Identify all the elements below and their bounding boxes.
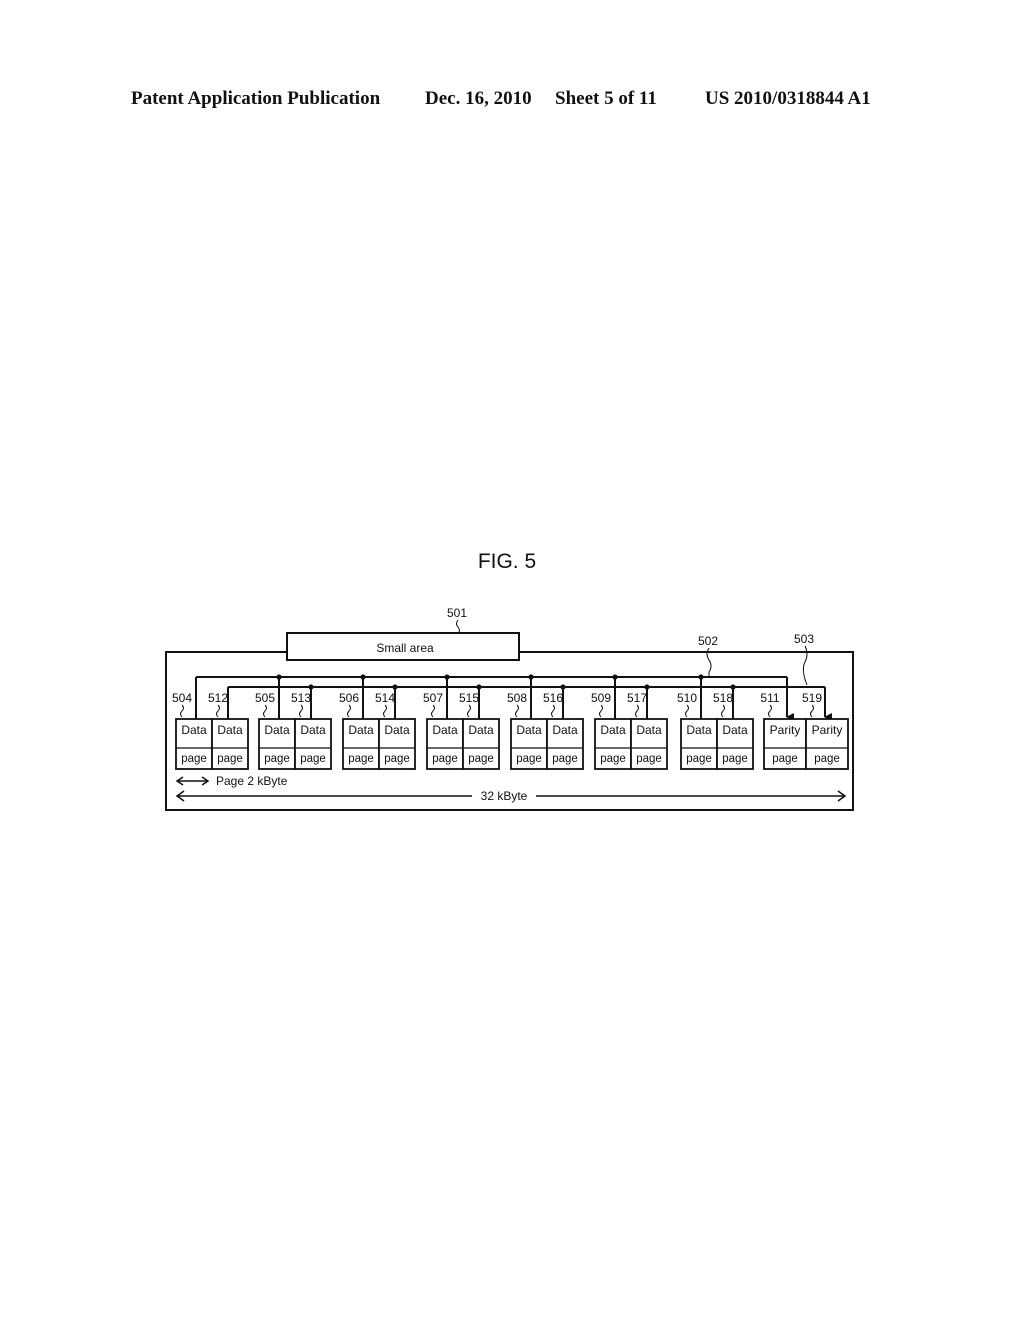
page-type-label: Data (264, 723, 290, 737)
memory-page: Data page 508 (507, 691, 548, 770)
ref-leader (216, 704, 220, 718)
memory-page: Data page 504 (172, 691, 213, 770)
memory-page: Data page 518 (713, 691, 754, 770)
ref-leader (810, 704, 814, 718)
page-group: Data page 507 Data page 515 (423, 691, 500, 770)
page-ref-number: 509 (591, 691, 611, 705)
memory-page: Data page 510 (677, 691, 718, 770)
memory-page: Data page 515 (459, 691, 500, 770)
page-type-label: Parity (770, 723, 801, 737)
ref-leader (431, 704, 435, 718)
page-type-label: Data (722, 723, 748, 737)
memory-page: Data page 516 (543, 691, 584, 770)
small-area-ref: 501 (447, 606, 467, 620)
ref-leader (383, 704, 387, 718)
page-ref-number: 518 (713, 691, 733, 705)
page-ref-number: 511 (760, 691, 779, 705)
page-unit-label: page (181, 753, 207, 765)
page-unit-label: page (217, 753, 243, 765)
page-type-label: Data (636, 723, 662, 737)
page-ref-number: 507 (423, 691, 443, 705)
page-size-label: Page 2 kByte (216, 774, 288, 788)
page-type-label: Data (384, 723, 410, 737)
page-ref-number: 504 (172, 691, 192, 705)
ref-leader (635, 704, 639, 718)
ref-leader (467, 704, 471, 718)
page-ref-number: 513 (291, 691, 311, 705)
ref-leader (180, 704, 184, 718)
ref-leader (347, 704, 351, 718)
page-type-label: Data (468, 723, 494, 737)
ref-leader (515, 704, 519, 718)
page-type-label: Data (600, 723, 626, 737)
page-type-label: Data (552, 723, 578, 737)
page-unit-label: page (468, 753, 494, 765)
page-type-label: Data (348, 723, 374, 737)
memory-page: Parity page 511 (760, 691, 807, 770)
memory-page: Data page 509 (591, 691, 632, 770)
ref-leader (299, 704, 303, 718)
memory-page: Data page 506 (339, 691, 380, 770)
page-ref-number: 508 (507, 691, 527, 705)
page-type-label: Parity (812, 723, 843, 737)
page-group: Parity page 511 Parity page 519 (760, 691, 849, 770)
page-unit-label: page (384, 753, 410, 765)
page-group: Data page 505 Data page 513 (255, 691, 332, 770)
page-ref-number: 510 (677, 691, 697, 705)
ref-leader (551, 704, 555, 718)
ref-leader-501 (456, 619, 460, 634)
total-size-label: 32 kByte (481, 789, 528, 803)
page-unit-label: page (264, 753, 290, 765)
page-unit-label: page (636, 753, 662, 765)
page-unit-label: page (600, 753, 626, 765)
memory-page: Data page 514 (375, 691, 416, 770)
page-ref-number: 515 (459, 691, 479, 705)
page-unit-label: page (772, 753, 798, 765)
page-unit-label: page (722, 753, 748, 765)
ref-leader (685, 704, 689, 718)
memory-page: Data page 512 (208, 691, 249, 770)
memory-page: Data page 507 (423, 691, 464, 770)
memory-page: Data page 505 (255, 691, 296, 770)
memory-page: Data page 513 (291, 691, 332, 770)
page-ref-number: 505 (255, 691, 275, 705)
page-ref-number: 517 (627, 691, 647, 705)
page-unit-label: page (432, 753, 458, 765)
page-group: Data page 506 Data page 514 (339, 691, 416, 770)
page-type-label: Data (432, 723, 458, 737)
total-size-indicator: 32 kByte (175, 789, 847, 803)
page-unit-label: page (814, 753, 840, 765)
page-group: Data page 509 Data page 517 (591, 691, 668, 770)
ref-leader (263, 704, 267, 718)
memory-page: Data page 517 (627, 691, 668, 770)
page-size-indicator: Page 2 kByte (175, 774, 288, 788)
block-diagram: Small area 501 502 503 Datapage504Datapa… (165, 606, 854, 811)
page-unit-label: page (300, 753, 326, 765)
page-type-label: Data (181, 723, 207, 737)
page-type-label: Data (300, 723, 326, 737)
page-type-label: Data (516, 723, 542, 737)
ref-leader (768, 704, 772, 718)
page-unit-label: page (686, 753, 712, 765)
page-group: Data page 510 Data page 518 (677, 691, 754, 770)
page-ref-number: 512 (208, 691, 228, 705)
page-unit-label: page (516, 753, 542, 765)
bus-ref-502: 502 (698, 634, 718, 648)
ref-leader (721, 704, 725, 718)
page-unit-label: page (552, 753, 578, 765)
bus-ref-503: 503 (794, 632, 814, 646)
page-group: Data page 508 Data page 516 (507, 691, 584, 770)
page-unit-label: page (348, 753, 374, 765)
page-ref-number: 506 (339, 691, 359, 705)
page-groups: Data page 504 Data page 512 Data page 505 Data pag… (172, 691, 849, 770)
ref-leader (599, 704, 603, 718)
small-area-label: Small area (376, 641, 434, 655)
page-type-label: Data (686, 723, 712, 737)
page-group: Data page 504 Data page 512 (172, 691, 249, 770)
page-type-label: Data (217, 723, 243, 737)
page-ref-number: 519 (802, 691, 822, 705)
page-ref-number: 514 (375, 691, 395, 705)
page-ref-number: 516 (543, 691, 563, 705)
